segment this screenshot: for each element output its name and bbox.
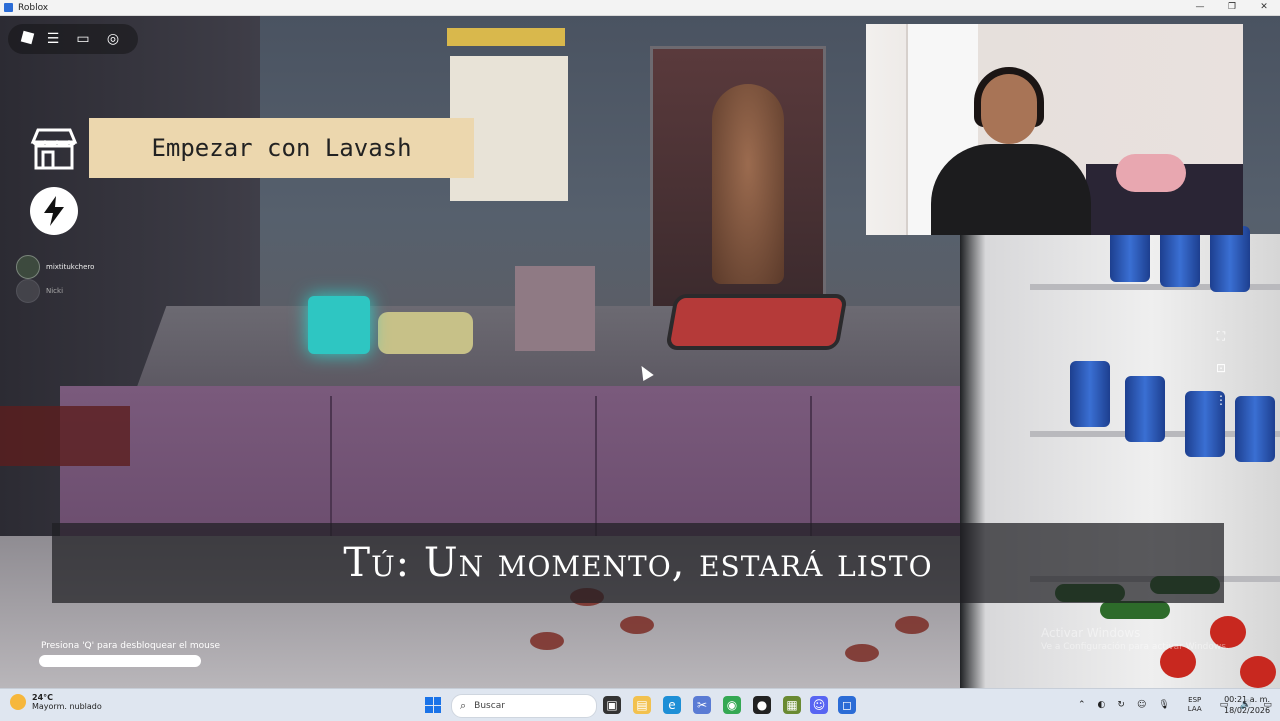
- floor-stain: [895, 616, 929, 634]
- pepsi-can[interactable]: [1210, 226, 1250, 292]
- floor-stain: [620, 616, 654, 634]
- close-button[interactable]: ✕: [1248, 0, 1280, 15]
- clock-date: 18/02/2026: [1224, 706, 1271, 715]
- cucumber[interactable]: [1100, 601, 1170, 619]
- weather-widget[interactable]: 24°C Mayorm. nublado: [10, 693, 102, 711]
- cabinet-divider: [810, 396, 812, 536]
- pepsi-can[interactable]: [1235, 396, 1275, 462]
- tray-sync-icon[interactable]: ↻: [1117, 700, 1125, 710]
- roblox-menu-bar: ☰ ▭ ◎: [8, 24, 138, 54]
- player-list: mixtitukchero Nicki: [16, 255, 166, 303]
- edge-icon[interactable]: e: [663, 696, 681, 714]
- task-view-icon[interactable]: ▣: [603, 696, 621, 714]
- webcam-pillow: [1116, 154, 1186, 192]
- obs-icon[interactable]: ●: [753, 696, 771, 714]
- search-placeholder: Buscar: [474, 701, 505, 711]
- discord-icon[interactable]: ☺: [810, 696, 828, 714]
- counter-cabinets: [60, 386, 1020, 546]
- search-icon: ⌕: [460, 699, 467, 712]
- taskbar-search[interactable]: ⌕ Buscar: [451, 694, 597, 718]
- tray-app-icon[interactable]: ◐: [1098, 700, 1106, 710]
- activation-title: Activar Windows: [1041, 626, 1141, 640]
- chat-icon[interactable]: ▭: [68, 31, 98, 47]
- player-name: mixtitukchero: [46, 263, 95, 271]
- webcam-overlay: [866, 24, 1243, 235]
- taskbar: 24°C Mayorm. nublado ⌕ Buscar ▣ ▤ e ✂ ◉ …: [0, 688, 1280, 721]
- unlock-mouse-hint: Presiona 'Q' para desbloquear el mouse: [41, 641, 221, 651]
- lavash-bread[interactable]: [378, 312, 473, 354]
- maximize-button[interactable]: ❐: [1216, 0, 1248, 15]
- cabinet-divider: [595, 396, 597, 536]
- pepsi-can[interactable]: [1070, 361, 1110, 427]
- start-lavash-button[interactable]: Empezar con Lavash: [89, 118, 474, 178]
- roblox-taskbar-icon[interactable]: ◻: [838, 696, 856, 714]
- lang-bottom: LAA: [1187, 705, 1202, 713]
- more-icon[interactable]: ⋮: [1210, 384, 1232, 416]
- webcam-person: [926, 67, 1096, 235]
- player-entry[interactable]: Nicki: [16, 279, 166, 303]
- headset-icon[interactable]: ◎: [98, 31, 128, 47]
- capture-icon[interactable]: ⛶: [1210, 320, 1232, 352]
- windows-activation-watermark: Activar Windows Ve a Configuración para …: [1041, 626, 1229, 652]
- player-name: Nicki: [46, 287, 64, 295]
- menu-icon[interactable]: ☰: [38, 31, 68, 47]
- doner-meat[interactable]: [712, 84, 784, 284]
- avatar: [16, 279, 40, 303]
- player-entry[interactable]: mixtitukchero: [16, 255, 166, 279]
- unlock-progress-bar: [39, 655, 201, 667]
- weather-temp: 24°C: [32, 693, 54, 702]
- box-stack[interactable]: [515, 266, 595, 351]
- language-indicator[interactable]: ESP LAA: [1182, 696, 1208, 714]
- floor-stain: [530, 632, 564, 650]
- floor-stain: [845, 644, 879, 662]
- clock-time: 00:21 a. m.: [1224, 695, 1271, 704]
- avatar: [16, 255, 40, 279]
- weather-desc: Mayorm. nublado: [32, 702, 102, 711]
- screenshot-icon[interactable]: ⊡: [1210, 352, 1232, 384]
- roblox-app-icon: [4, 3, 13, 12]
- minimize-button[interactable]: —: [1184, 0, 1216, 15]
- lang-top: ESP: [1188, 696, 1202, 704]
- window-titlebar: Roblox — ❐ ✕: [0, 0, 1280, 16]
- tray-discord-icon[interactable]: ☺: [1137, 700, 1146, 710]
- taskbar-clock[interactable]: 00:21 a. m. 18/02/2026: [1224, 694, 1270, 716]
- minecraft-icon[interactable]: ▦: [783, 696, 801, 714]
- windows-start-icon[interactable]: [425, 697, 441, 713]
- pepsi-can[interactable]: [1125, 376, 1165, 442]
- poster-sign: [447, 28, 565, 46]
- snipping-tool-icon[interactable]: ✂: [693, 696, 711, 714]
- chevron-up-icon[interactable]: ⌃: [1078, 700, 1086, 710]
- cabinet-divider: [330, 396, 332, 536]
- side-toolbar: ⛶ ⊡ ⋮: [1210, 320, 1232, 416]
- timer-device[interactable]: [308, 296, 370, 354]
- doner-tray[interactable]: [665, 294, 848, 350]
- lightning-icon: [44, 196, 64, 226]
- dialogue-subtitle: Tú: Un momento, estará listo: [52, 523, 1224, 603]
- left-counter-items: [0, 406, 130, 466]
- shop-icon[interactable]: [29, 124, 79, 172]
- window-controls: — ❐ ✕: [1184, 0, 1280, 15]
- tomato[interactable]: [1240, 656, 1276, 688]
- roblox-logo-icon[interactable]: [8, 30, 38, 47]
- chrome-icon[interactable]: ◉: [723, 696, 741, 714]
- window-title: Roblox: [18, 2, 49, 13]
- microphone-icon[interactable]: 🎙: [1158, 700, 1169, 710]
- weather-icon: [10, 694, 26, 710]
- file-explorer-icon[interactable]: ▤: [633, 696, 651, 714]
- boost-button[interactable]: [30, 187, 78, 235]
- activation-subtitle: Ve a Configuración para activar Windows.: [1041, 642, 1229, 652]
